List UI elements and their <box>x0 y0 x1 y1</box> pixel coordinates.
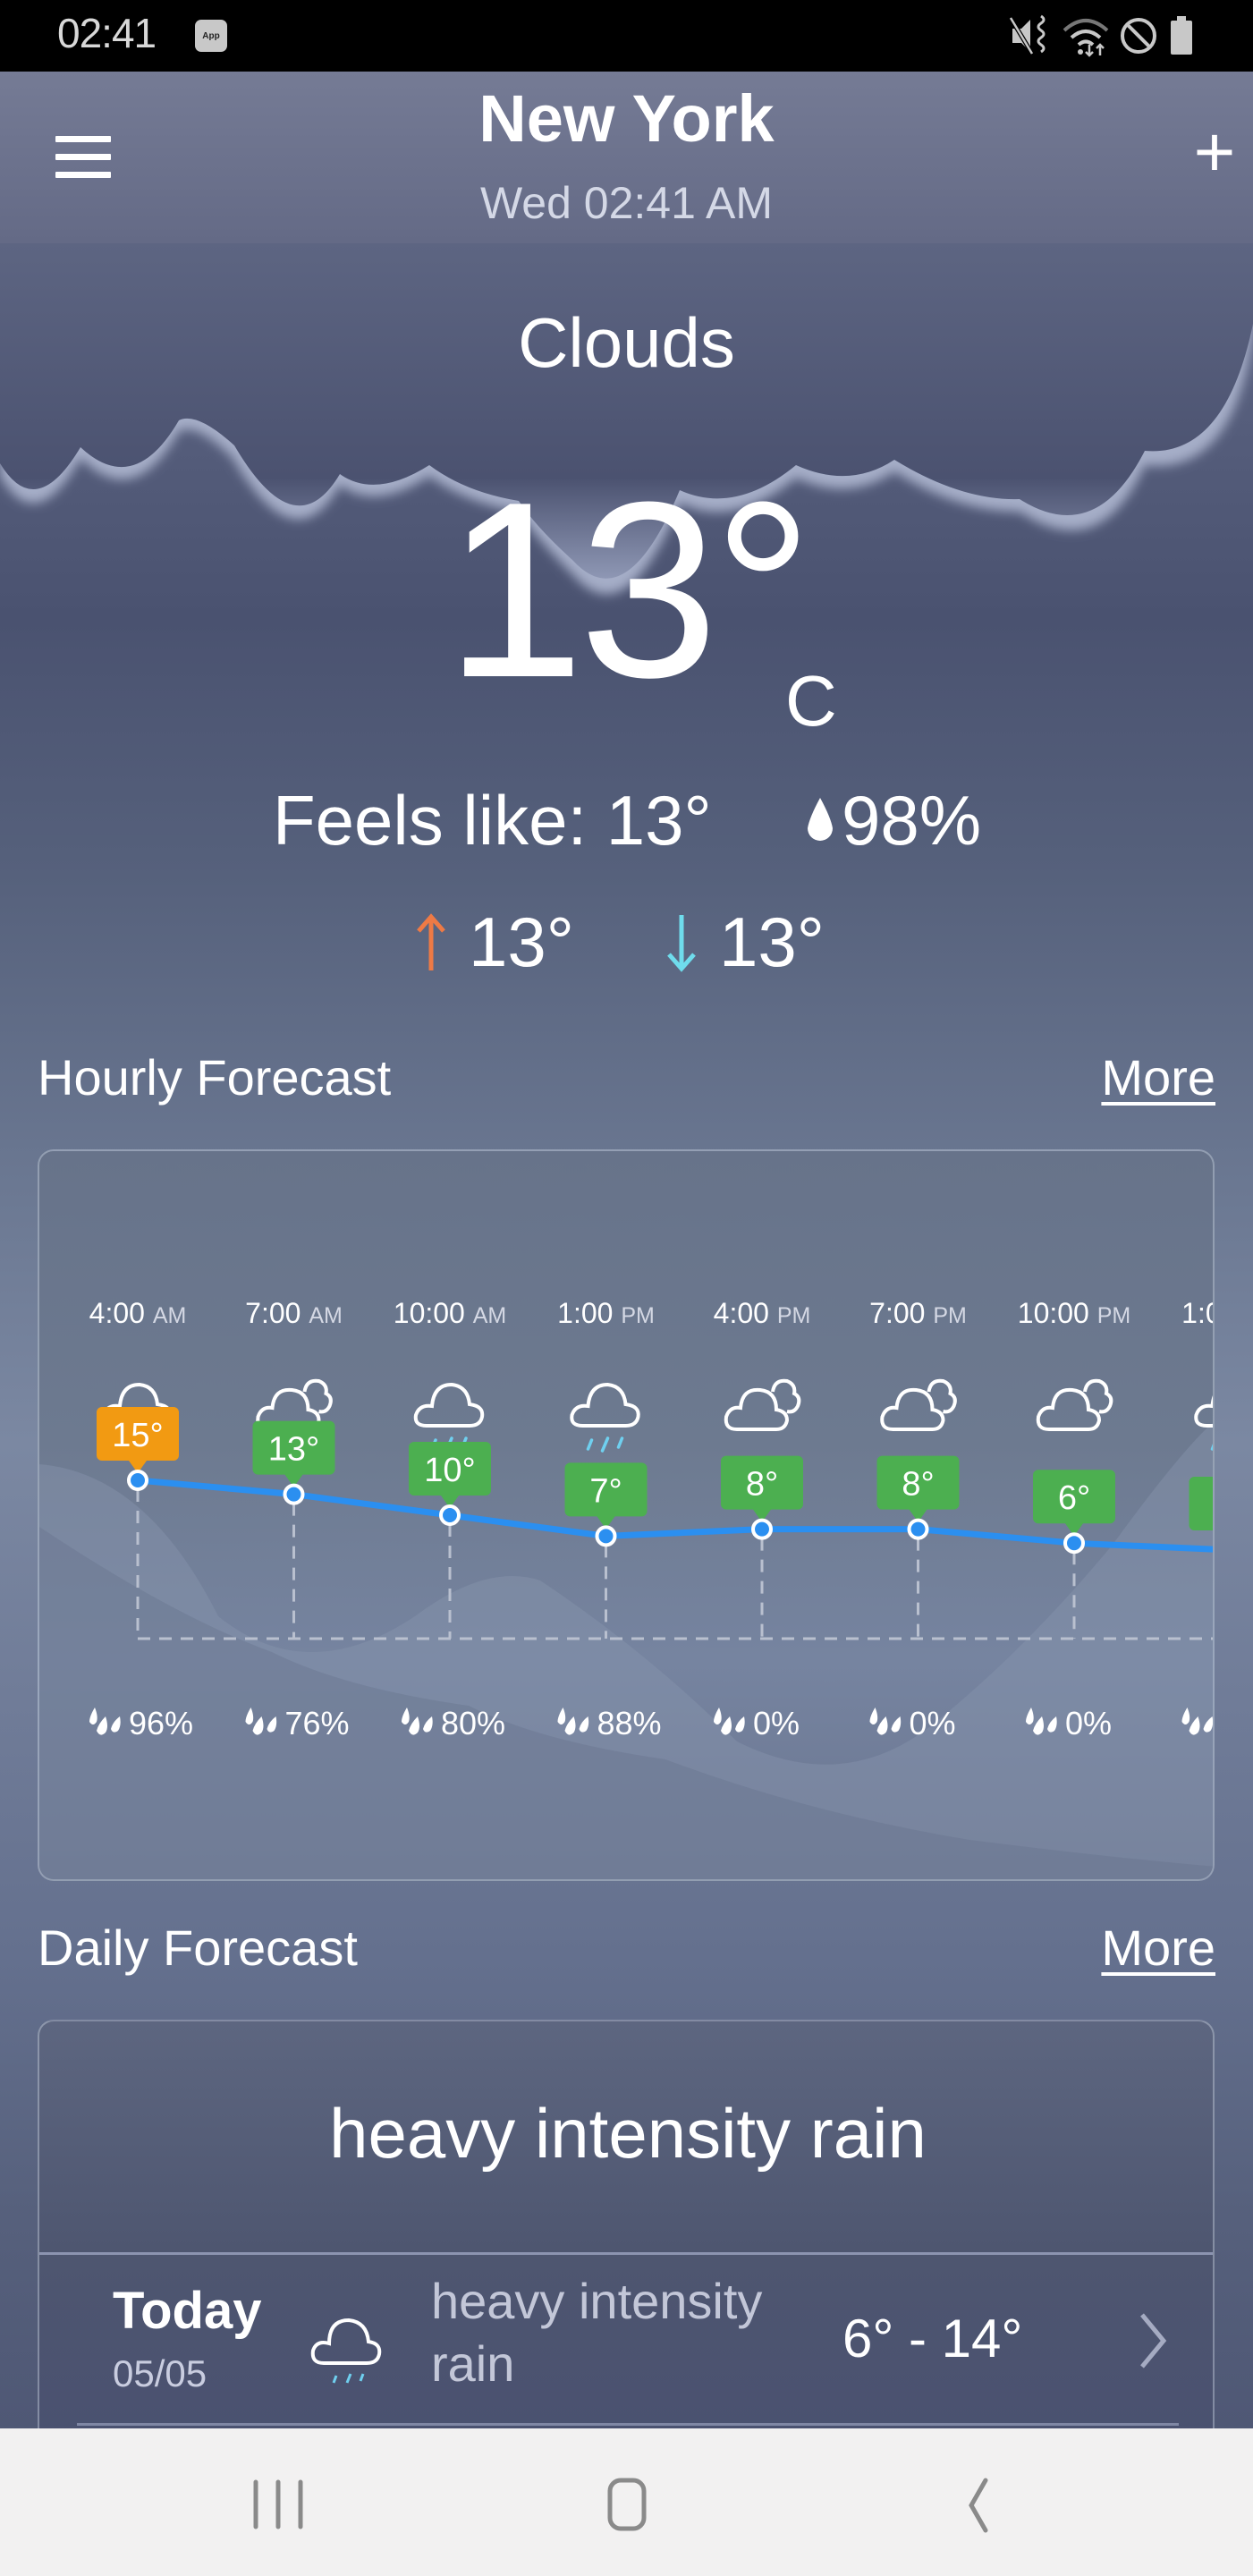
hourly-time-label: 10:00 AM <box>394 1297 506 1329</box>
temperature-point[interactable] <box>127 1470 148 1491</box>
low-temperature: 13° <box>662 902 825 983</box>
arrow-down-icon <box>667 914 696 972</box>
daily-more-link[interactable]: More <box>1101 1919 1215 1977</box>
hourly-forecast-title: Hourly Forecast <box>38 1049 392 1106</box>
cloud-rain-icon <box>570 1382 640 1453</box>
precipitation-label: 96% <box>129 1705 193 1741</box>
precipitation-label: 76% <box>285 1705 350 1741</box>
daily-row-date: 05/05 <box>113 2352 207 2394</box>
arrow-up-icon <box>417 912 445 970</box>
precipitation-label: 0% <box>753 1705 800 1741</box>
precipitation-label: 0% <box>910 1705 956 1741</box>
divider <box>77 2423 1179 2426</box>
temperature-tag-label: 15° <box>112 1417 163 1454</box>
wifi-icon <box>1063 19 1109 57</box>
temperature-tag-label: 13° <box>268 1431 319 1469</box>
temperature-point[interactable] <box>751 1518 773 1540</box>
city-title[interactable]: New York <box>0 80 1253 157</box>
precipitation-label: 80% <box>441 1705 505 1741</box>
hourly-time-label: 7:00 AM <box>245 1297 343 1329</box>
temperature-tag-label: 7° <box>589 1472 622 1510</box>
precipitation-label: 0% <box>1065 1705 1112 1741</box>
temperature-point[interactable] <box>439 1504 461 1526</box>
daily-row-day: Today <box>113 2282 262 2340</box>
hourly-time-label: 4:00 PM <box>714 1297 811 1329</box>
daily-summary: heavy intensity rain <box>329 2094 927 2173</box>
temperature-point[interactable] <box>907 1518 929 1540</box>
temperature-unit[interactable]: C <box>785 660 837 742</box>
cloud-moon-icon <box>880 1378 957 1431</box>
hourly-forecast-chart: 4:00 AM 15° 96% 7:00 AM 13° 76% 10:00 AM 10° 80%… <box>39 1297 1215 1879</box>
hourly-more-link[interactable]: More <box>1101 1048 1215 1106</box>
do-not-disturb-icon <box>1121 18 1156 54</box>
temperature-point[interactable] <box>595 1525 617 1547</box>
local-datetime: Wed 02:41 AM <box>479 178 774 228</box>
hourly-time-label: 10:00 PM <box>1018 1297 1130 1329</box>
daily-row-temp-range: 6° - 14° <box>842 2309 1023 2368</box>
vibrate-mute-icon <box>1009 14 1046 55</box>
current-temperature: 13° <box>444 451 813 730</box>
hourly-forecast-card[interactable]: 4:00 AM 15° 96% 7:00 AM 13° 76% 10:00 AM 10° 80%… <box>38 1149 1215 1881</box>
cloud-moon-icon <box>724 1378 801 1431</box>
temperature-tag-label: 6° <box>1058 1479 1090 1517</box>
cloud-rain-icon <box>413 1382 485 1453</box>
weather-condition: Clouds <box>518 303 735 382</box>
temperature-point[interactable] <box>1063 1532 1085 1555</box>
daily-forecast-title: Daily Forecast <box>38 1919 358 1976</box>
hourly-time-label: 4:00 AM <box>89 1297 187 1329</box>
humidity: 98% <box>800 780 981 861</box>
temperature-tag-label: 8° <box>746 1466 778 1504</box>
plus-icon: + <box>1193 112 1236 191</box>
app-notification-icon: App <box>195 20 227 52</box>
high-temperature: 13° <box>411 902 574 983</box>
cloud-moon-icon <box>1036 1378 1113 1431</box>
precipitation-label: 88% <box>597 1705 662 1741</box>
temperature-tag-label: 10° <box>424 1452 475 1489</box>
high-temperature-value: 13° <box>469 902 574 981</box>
water-drop-icon <box>808 797 833 841</box>
status-time: 02:41 <box>57 10 157 56</box>
temperature-tag-label: 5° <box>1214 1487 1215 1524</box>
hourly-time-label: 1:00 PM <box>557 1297 655 1329</box>
hourly-time-label: 1:00 AM <box>1181 1297 1215 1329</box>
temperature-tag-label: 8° <box>902 1466 934 1504</box>
humidity-value: 98% <box>842 781 982 860</box>
back-icon[interactable] <box>937 2473 1018 2536</box>
hourly-time-label: 7:00 PM <box>869 1297 967 1329</box>
add-city-button[interactable]: + <box>1188 116 1241 188</box>
daily-row-description: heavy intensity rain <box>431 2273 763 2392</box>
battery-icon <box>1171 16 1192 55</box>
cloud-rain-icon <box>310 2318 382 2384</box>
daily-forecast-card: heavy intensity rain Today 05/05 heavy i… <box>38 2020 1215 2440</box>
chevron-right-icon[interactable] <box>1135 2309 1171 2372</box>
temperature-point[interactable] <box>283 1483 305 1505</box>
low-temperature-value: 13° <box>719 902 825 981</box>
recent-apps-icon[interactable] <box>238 2473 318 2536</box>
feels-like-temperature: Feels like: 13° <box>273 781 712 860</box>
home-icon[interactable] <box>587 2473 667 2536</box>
